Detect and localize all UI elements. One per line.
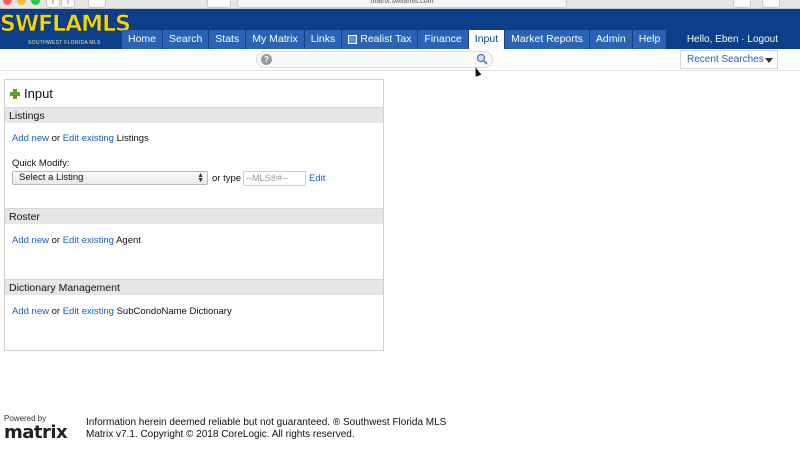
edit-existing-dictionary-link[interactable]: Edit existing [63, 306, 114, 317]
recent-searches-dropdown[interactable]: Recent Searches [680, 50, 778, 69]
input-panel: Input Listings Add new or Edit existing … [4, 79, 384, 351]
select-listing-value: Select a Listing [19, 172, 84, 183]
maximize-window-button[interactable] [31, 0, 40, 5]
edit-listing-link[interactable]: Edit [309, 173, 325, 184]
footer-disclaimer: Information herein deemed reliable but n… [86, 417, 447, 428]
swflamls-logo[interactable]: SWFLAMLS SOUTHWEST FLORIDA MLS [0, 12, 131, 48]
forward-button[interactable]: › [61, 0, 75, 8]
listings-actions: Add new or Edit existing Listings [12, 133, 149, 144]
recent-searches-label: Recent Searches [687, 54, 764, 65]
select-arrows-icon: ▲ ▼ [197, 172, 204, 184]
search-strip: ? Recent Searches [0, 49, 800, 71]
edit-existing-agent-link[interactable]: Edit existing [63, 235, 114, 246]
user-greeting-logout[interactable]: Hello, Eben · Logout [687, 34, 778, 45]
matrix-wordmark: matrix [4, 422, 68, 443]
nav-realist-tax[interactable]: Realist Tax [342, 30, 419, 49]
site-header: SWFLAMLS SOUTHWEST FLORIDA MLS Home Sear… [0, 9, 800, 49]
dictionary-actions: Add new or Edit existing SubCondoName Di… [12, 306, 232, 317]
nav-help[interactable]: Help [632, 30, 668, 49]
roster-actions: Add new or Edit existing Agent [12, 235, 141, 246]
panel-title: Input [10, 86, 53, 101]
add-new-listing-link[interactable]: Add new [12, 133, 49, 144]
browser-toolbar: ‹ › matrix.swflamls.com [0, 0, 800, 9]
or-text: or [51, 133, 61, 144]
nav-my-matrix[interactable]: My Matrix [246, 30, 305, 49]
listings-heading: Listings [5, 107, 383, 123]
mls-number-input[interactable]: --MLS®#-- [243, 171, 306, 186]
share-button[interactable] [733, 0, 751, 8]
logo-tagline: SOUTHWEST FLORIDA MLS [28, 40, 101, 46]
select-listing-dropdown[interactable]: Select a Listing ▲ ▼ [12, 171, 208, 185]
nav-input[interactable]: Input [468, 30, 506, 49]
realist-tax-icon [348, 35, 358, 44]
nav-search[interactable]: Search [163, 30, 210, 49]
edit-existing-listings-link[interactable]: Edit existing [63, 133, 114, 144]
panel-title-text: Input [24, 86, 53, 101]
or-type-label: or type [212, 173, 242, 184]
logo-text: SWFLAMLS [0, 12, 131, 38]
quick-modify-label: Quick Modify: [12, 158, 70, 169]
reader-icon[interactable] [207, 0, 231, 8]
help-icon[interactable]: ? [261, 54, 272, 65]
nav-links[interactable]: Links [304, 30, 343, 49]
search-icon[interactable] [476, 53, 488, 65]
roster-object-text: Agent [116, 235, 141, 246]
footer-text: Information herein deemed reliable but n… [86, 417, 446, 441]
minimize-window-button[interactable] [17, 0, 26, 5]
nav-admin[interactable]: Admin [589, 30, 633, 49]
chevron-down-icon [765, 58, 773, 63]
add-new-agent-link[interactable]: Add new [12, 235, 49, 246]
dictionary-object-text: SubCondoName Dictionary [116, 306, 232, 317]
plus-icon [10, 88, 20, 99]
nav-realist-tax-label: Realist Tax [360, 33, 412, 45]
nav-stats[interactable]: Stats [209, 30, 247, 49]
back-button[interactable]: ‹ [46, 0, 60, 8]
matrix-logo: Powered by matrix [4, 414, 84, 444]
add-new-dictionary-link[interactable]: Add new [12, 306, 49, 317]
close-window-button[interactable] [3, 0, 12, 5]
sidebar-toggle-button[interactable] [88, 0, 106, 8]
listings-object-text: Listings [116, 133, 149, 144]
dictionary-heading: Dictionary Management [5, 279, 383, 295]
or-text: or [51, 306, 61, 317]
nav-home[interactable]: Home [122, 30, 164, 49]
speedbar-search-input[interactable] [256, 51, 493, 68]
address-bar[interactable]: matrix.swflamls.com [237, 0, 567, 8]
main-nav: Home Search Stats My Matrix Links Realis… [122, 30, 668, 49]
tabs-button[interactable] [762, 0, 780, 8]
footer-copyright: Matrix v7.1. Copyright © 2018 CoreLogic.… [86, 429, 355, 440]
nav-finance[interactable]: Finance [418, 30, 469, 49]
nav-market-reports[interactable]: Market Reports [505, 30, 590, 49]
or-text: or [51, 235, 61, 246]
roster-heading: Roster [5, 208, 383, 224]
